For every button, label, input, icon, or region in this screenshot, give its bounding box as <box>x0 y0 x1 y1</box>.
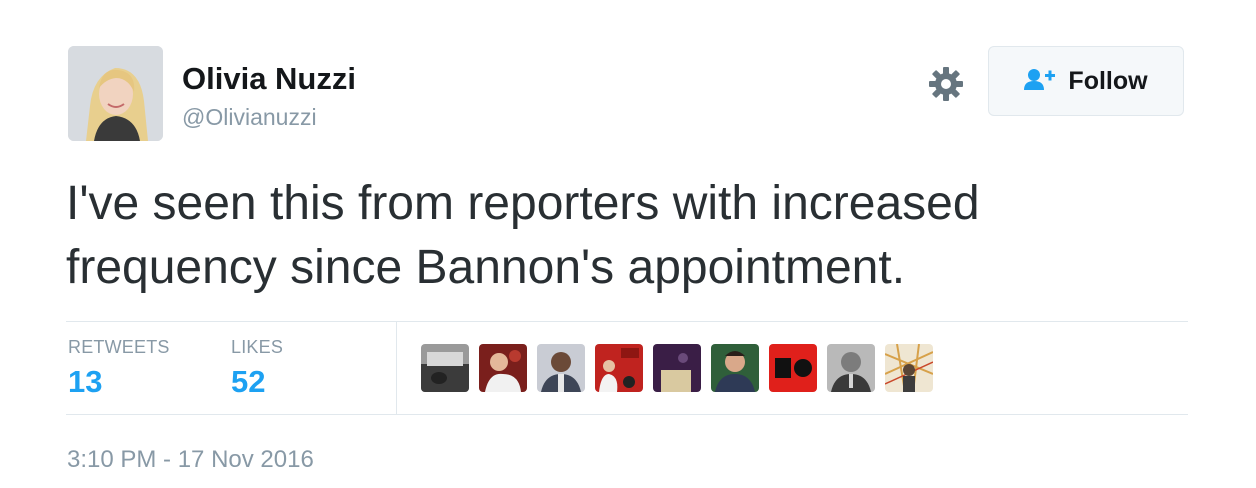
author-name[interactable]: Olivia Nuzzi <box>182 61 356 97</box>
stats-top-divider <box>66 321 1188 322</box>
retweets-label: RETWEETS <box>68 337 170 357</box>
liker-avatar-5[interactable] <box>653 344 701 392</box>
liker-avatar-8[interactable] <box>827 344 875 392</box>
follow-button[interactable]: Follow <box>988 46 1184 116</box>
likes-count: 52 <box>231 364 266 399</box>
liker-avatar-2[interactable] <box>479 344 527 392</box>
retweets-stat[interactable]: RETWEETS 13 <box>68 337 170 400</box>
follow-label: Follow <box>1068 66 1148 95</box>
tweet-text-line-1: I've seen this from reporters with incre… <box>66 177 980 230</box>
liker-avatar-4[interactable] <box>595 344 643 392</box>
add-person-icon <box>1024 68 1056 95</box>
stats-bottom-divider <box>66 414 1188 415</box>
likes-label: LIKES <box>231 337 284 357</box>
liker-avatar-6[interactable] <box>711 344 759 392</box>
author-handle[interactable]: @Olivianuzzi <box>182 104 317 131</box>
gear-icon[interactable] <box>926 64 966 104</box>
tweet-text-line-2: frequency since Bannon's appointment. <box>66 241 906 294</box>
retweets-count: 13 <box>68 364 103 399</box>
liker-avatar-7[interactable] <box>769 344 817 392</box>
liker-avatar-1[interactable] <box>421 344 469 392</box>
likes-stat[interactable]: LIKES 52 <box>231 337 283 400</box>
tweet-timestamp[interactable]: 3:10 PM - 17 Nov 2016 <box>67 446 314 474</box>
liker-avatar-9[interactable] <box>885 344 933 392</box>
liker-avatar-3[interactable] <box>537 344 585 392</box>
author-avatar[interactable] <box>68 46 163 141</box>
stats-vertical-divider <box>396 322 397 414</box>
tweet-text: I've seen this from reporters with incre… <box>66 172 1206 300</box>
